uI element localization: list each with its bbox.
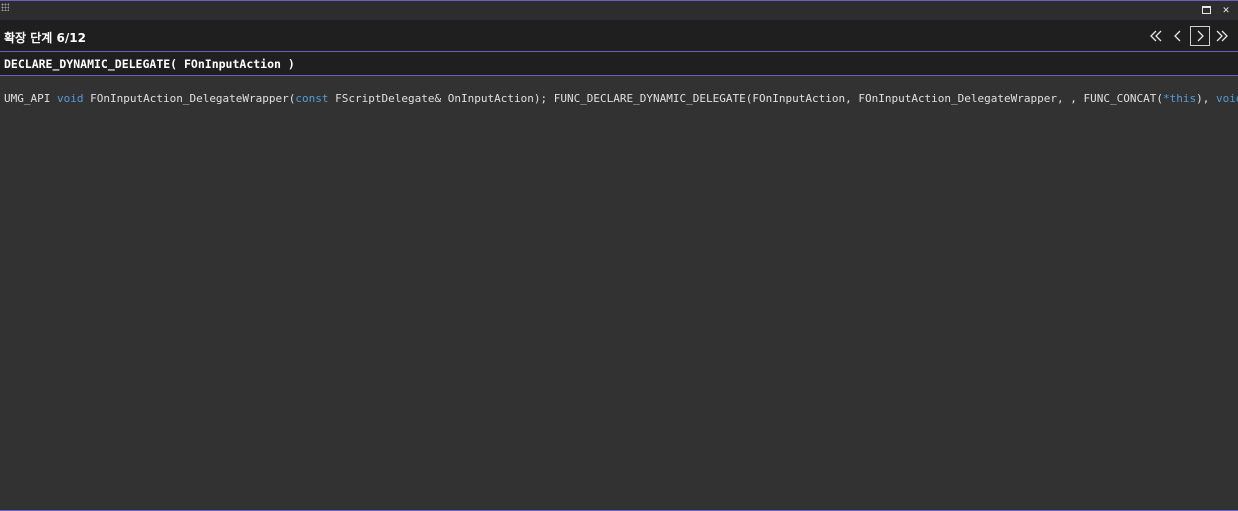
expanded-code: UMG_API void FOnInputAction_DelegateWrap…	[4, 92, 1238, 105]
macro-title: DECLARE_DYNAMIC_DELEGATE( FOnInputAction…	[4, 57, 295, 71]
code-keyword: const	[295, 92, 329, 105]
next-step-button[interactable]	[1190, 26, 1210, 46]
code-keyword: void	[1215, 92, 1238, 105]
first-step-button[interactable]	[1146, 26, 1166, 46]
double-chevron-right-icon	[1216, 30, 1228, 42]
code-text: FOnInputAction_DelegateWrapper(	[83, 92, 296, 105]
macro-header: DECLARE_DYNAMIC_DELEGATE( FOnInputAction…	[0, 52, 1238, 76]
drag-grip-icon[interactable]	[1, 3, 9, 11]
expansion-nav	[1146, 26, 1232, 46]
tool-window-titlebar: ✕	[0, 0, 1238, 20]
code-text: UMG_API	[4, 92, 57, 105]
code-text: ),	[1196, 92, 1216, 105]
previous-step-button[interactable]	[1168, 26, 1188, 46]
code-keyword: *this	[1162, 92, 1197, 105]
last-step-button[interactable]	[1212, 26, 1232, 46]
code-keyword: void	[56, 92, 84, 105]
close-icon[interactable]: ✕	[1220, 4, 1232, 16]
chevron-left-icon	[1174, 30, 1181, 42]
code-text: FScriptDelegate& OnInputAction); FUNC_DE…	[328, 92, 1163, 105]
expansion-step-label: 확장 단계 6/12	[4, 31, 86, 45]
chevron-right-icon	[1197, 30, 1204, 42]
expansion-header: 확장 단계 6/12	[0, 20, 1238, 52]
float-window-icon[interactable]	[1202, 4, 1214, 16]
double-chevron-left-icon	[1150, 30, 1162, 42]
